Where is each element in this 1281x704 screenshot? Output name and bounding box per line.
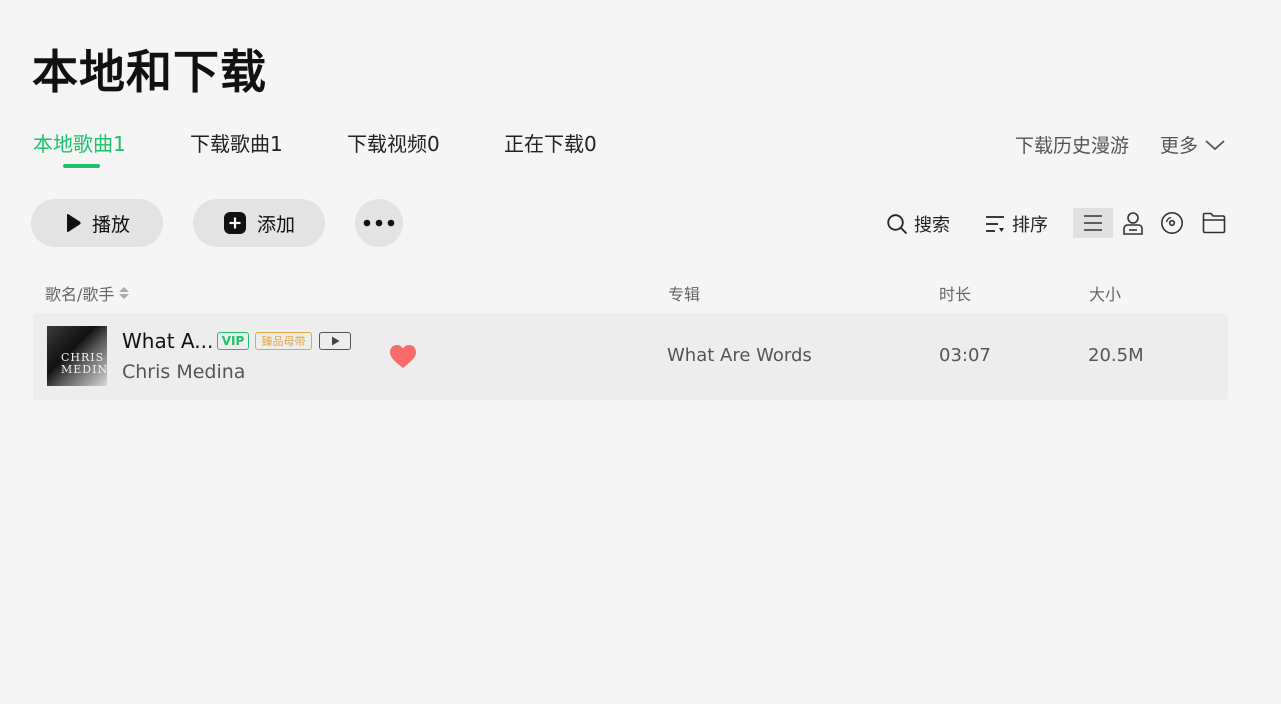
column-header-song-label: 歌名/歌手: [45, 285, 115, 304]
vip-badge: VIP: [217, 332, 249, 350]
album-cell[interactable]: What Are Words: [667, 345, 812, 366]
folder-view-button[interactable]: [1194, 208, 1234, 238]
tab-downloading[interactable]: 正在下载0: [504, 128, 597, 157]
local-downloads-page: 本地和下载 本地歌曲1 下载歌曲1 下载视频0 正在下载0 下载历史漫游 更多 …: [0, 0, 1281, 704]
search-icon: [887, 214, 907, 234]
album-view-button[interactable]: [1152, 208, 1192, 238]
sort-arrows-icon: [119, 287, 130, 299]
search-button[interactable]: 搜索: [886, 211, 950, 237]
artist-view-icon: [1123, 212, 1143, 235]
heart-icon[interactable]: [389, 344, 417, 370]
table-row[interactable]: CHRIS MEDINA What A... VIP 臻品母带 Chris Me…: [33, 313, 1228, 400]
sort-label: 排序: [1012, 215, 1048, 236]
artist-view-button[interactable]: [1113, 208, 1153, 238]
folder-view-icon: [1202, 212, 1226, 234]
download-history-link[interactable]: 下载历史漫游: [1015, 131, 1129, 158]
mv-button[interactable]: [319, 332, 351, 350]
album-cover-text: CHRIS MEDINA: [61, 351, 107, 376]
column-header-album: 专辑: [668, 285, 701, 304]
active-tab-indicator: [63, 164, 100, 168]
master-quality-badge: 臻品母带: [255, 332, 312, 350]
song-title[interactable]: What A...: [122, 329, 213, 353]
album-view-icon: [1161, 212, 1183, 234]
column-header-size: 大小: [1089, 285, 1122, 304]
duration-cell: 03:07: [939, 345, 991, 366]
play-all-label: 播放: [91, 213, 130, 236]
more-menu-button[interactable]: 更多: [1160, 131, 1226, 158]
sort-button[interactable]: 排序: [984, 211, 1048, 237]
more-actions-button[interactable]: [355, 199, 403, 247]
list-view-button[interactable]: [1073, 208, 1113, 238]
play-all-button[interactable]: 播放: [31, 199, 163, 247]
add-label: 添加: [256, 213, 295, 236]
play-icon: [66, 214, 81, 232]
tab-downloaded-songs[interactable]: 下载歌曲1: [190, 128, 283, 157]
search-label: 搜索: [914, 215, 950, 236]
mv-icon: [332, 336, 340, 346]
more-dots-icon: [363, 219, 395, 227]
column-header-duration: 时长: [939, 285, 972, 304]
column-header-song[interactable]: 歌名/歌手: [45, 281, 130, 305]
tab-local-songs[interactable]: 本地歌曲1: [33, 128, 126, 157]
album-cover: CHRIS MEDINA: [47, 326, 107, 386]
tab-downloaded-videos[interactable]: 下载视频0: [347, 128, 440, 157]
add-button[interactable]: 添加: [193, 199, 325, 247]
page-title: 本地和下载: [32, 45, 267, 99]
song-artist[interactable]: Chris Medina: [122, 361, 245, 383]
list-view-icon: [1084, 215, 1102, 231]
size-cell: 20.5M: [1088, 345, 1144, 366]
sort-icon: [986, 216, 1004, 232]
chevron-down-icon: [1205, 139, 1225, 150]
more-menu-label: 更多: [1160, 135, 1199, 157]
plus-icon: [223, 212, 246, 234]
